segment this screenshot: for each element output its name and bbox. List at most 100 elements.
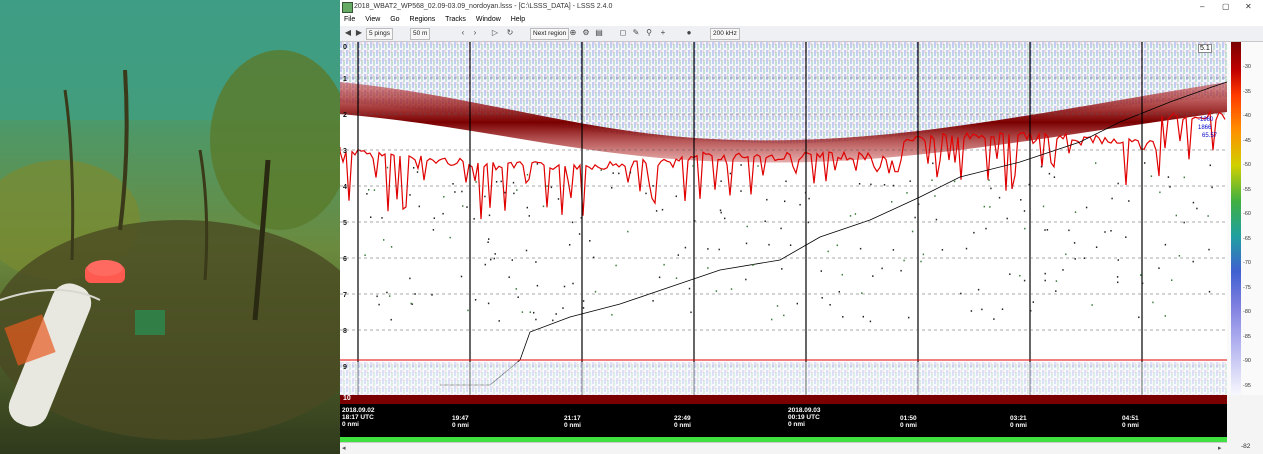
crosshair-icon[interactable]: ⊕ [568,28,578,38]
fish-target [694,220,696,222]
menu-tracks[interactable]: Tracks [445,14,466,26]
fish-target [552,319,554,322]
color-scale-label: -75 [1243,284,1251,291]
fish-target [645,192,647,195]
fish-target [582,307,585,309]
fish-target [390,318,392,321]
fish-target [965,247,968,250]
record-icon[interactable]: ● [684,28,694,38]
fish-target [745,278,747,281]
fish-target [1209,164,1211,167]
color-scale-bar[interactable] [1231,42,1241,395]
depth-label: 3 [343,148,347,155]
fish-target [454,191,456,193]
fish-target [410,302,412,305]
fish-target [467,309,469,312]
fish-target [1083,257,1086,259]
pings-button[interactable]: 5 pings [366,28,393,40]
maximize-button[interactable]: ▢ [1222,2,1230,11]
menu-help[interactable]: Help [511,14,525,26]
forward-icon[interactable]: ▷ [490,28,500,38]
color-scale[interactable]: -30 -35 -40 -45 -50 -55 -60 -65 -70 -75 -80 -85 -90 -… [1227,42,1263,395]
side-readout: -1960 [1198,117,1214,123]
prev-icon[interactable]: ‹ [458,28,468,38]
side-readout: 65.57 [1202,133,1218,139]
depth-label: 7 [343,292,347,299]
fish-target [977,288,980,291]
range-select[interactable]: 50 m [410,28,431,40]
scroll-right-icon[interactable]: ▸ [1218,444,1222,452]
fish-target [1006,217,1008,220]
close-button[interactable]: ✕ [1245,2,1252,11]
fish-target [1028,183,1030,186]
depth-label-0: 0 [343,44,347,51]
next-region-button[interactable]: Next region [530,28,570,40]
fish-target [1024,227,1026,230]
echogram[interactable]: 0 1 2 3 4 5 6 7 8 9 5.1 -1960 1866 65.57 [340,42,1227,395]
fish-target [495,181,498,183]
timeline-header: 10 [340,395,1227,404]
fish-target [615,264,617,267]
menu-window[interactable]: Window [476,14,501,26]
frequency-select[interactable]: 200 kHz [710,28,740,40]
fish-target [881,267,883,270]
menu-go[interactable]: Go [390,14,399,26]
fish-target [981,308,983,311]
color-scale-label: -90 [1243,358,1251,364]
fish-target [707,267,709,269]
fish-target [998,196,1001,199]
minimize-button[interactable]: – [1200,2,1204,11]
step-back-icon[interactable]: ◀ [343,28,353,38]
fish-target [460,275,463,278]
fish-target [932,162,934,165]
fish-target [526,173,529,176]
fish-target [580,217,582,219]
horizontal-scrollbar[interactable]: ◂ ▸ [340,442,1263,454]
menu-regions[interactable]: Regions [410,14,436,26]
fish-target [1175,214,1177,217]
color-scale-label: -30 [1243,64,1251,70]
fish-target [1140,274,1142,276]
echogram-canvas[interactable] [340,42,1227,395]
fish-target [414,293,416,295]
fish-target [484,263,486,266]
pencil-icon[interactable]: ✎ [631,28,641,38]
scroll-left-icon[interactable]: ◂ [342,444,346,452]
fish-target [386,291,388,294]
toolbar: ◀ ▶ 5 pings 50 m ‹ › ▷ ↻ Next region ⊕ ⚙… [340,26,1263,42]
fish-target [1023,210,1026,212]
fish-target [466,206,468,208]
fish-target [555,313,557,315]
fish-target [557,198,560,200]
refresh-icon[interactable]: ↻ [505,28,515,38]
play-icon[interactable]: ▶ [354,28,364,38]
fish-target [953,180,956,183]
fish-target [983,205,985,208]
menu-view[interactable]: View [365,14,380,26]
grid-icon[interactable]: ▤ [594,28,604,38]
fish-target [443,196,445,198]
fish-target [719,209,722,212]
select-tool-icon[interactable]: ◻ [618,28,628,38]
fish-target [533,311,535,314]
threshold-value: -82 [1241,443,1251,450]
plus-icon[interactable]: + [658,28,668,38]
next-icon[interactable]: › [470,28,480,38]
zoom-icon[interactable]: ⚲ [644,28,654,38]
fish-target [627,230,629,233]
fish-target [1196,207,1198,210]
fish-target [494,253,496,255]
fish-target [1192,201,1195,204]
fish-target [1159,191,1161,194]
fish-target [511,259,513,261]
fish-target [1085,206,1088,209]
fish-target [582,300,585,302]
fish-target [381,217,383,219]
fish-target [461,190,463,193]
menu-file[interactable]: File [344,14,355,26]
fish-target [720,180,722,182]
fish-target [487,241,489,243]
color-scale-label: -40 [1243,113,1251,119]
fish-target [368,189,370,191]
settings-icon[interactable]: ⚙ [581,28,591,38]
